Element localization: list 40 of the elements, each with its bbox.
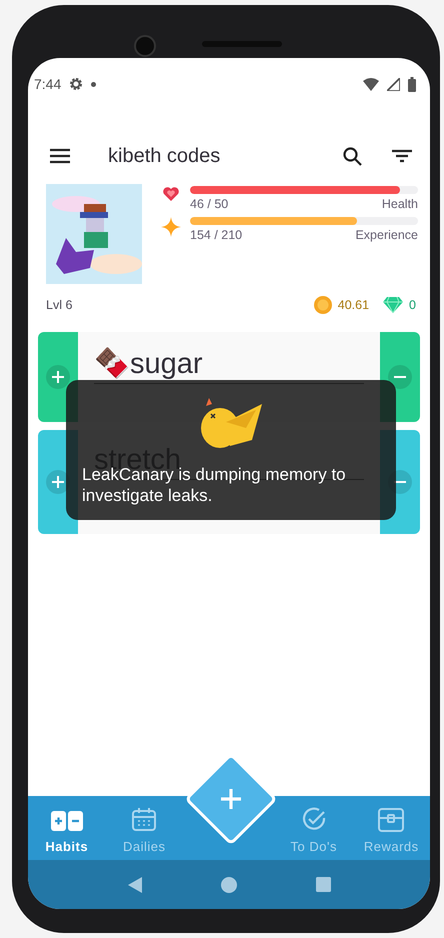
toast-text: LeakCanary is dumping memory to investigate leaks. (82, 465, 347, 506)
coin-icon (314, 296, 332, 314)
star-icon (161, 217, 181, 237)
battery-icon (408, 76, 416, 92)
nav-tab[interactable]: Habits (28, 809, 106, 854)
search-icon (343, 146, 362, 166)
back-triangle-icon (128, 876, 142, 892)
plus-icon (52, 476, 64, 488)
gear-icon (69, 77, 84, 91)
wifi-icon (363, 78, 379, 90)
menu-icon (50, 148, 70, 164)
nav-tab[interactable]: Rewards (352, 807, 430, 854)
level-label: Lvl 6 (46, 298, 72, 312)
chest-icon (377, 807, 406, 833)
filter-icon (392, 149, 412, 163)
stat-label: Experience (355, 228, 418, 242)
minus-button[interactable] (388, 365, 412, 389)
dot-icon (91, 82, 96, 86)
stat-value: 154 / 210 (190, 228, 242, 242)
home-circle-icon (220, 876, 236, 892)
stat-value: 46 / 50 (190, 197, 228, 211)
gem-icon (383, 297, 404, 313)
nav-tab[interactable]: To Do's (275, 807, 352, 854)
camera-lens (134, 35, 156, 57)
plus-minus-icon (50, 809, 83, 833)
plus-icon (221, 789, 241, 809)
recents-square-icon (316, 877, 330, 892)
plus-icon (52, 371, 64, 383)
status-time: 7:44 (34, 76, 62, 92)
coin-amount: 40.61 (338, 298, 370, 312)
bird-icon (200, 398, 262, 450)
calendar-icon (131, 807, 158, 833)
nav-tab[interactable]: Dailies (106, 807, 183, 854)
check-circle-icon (300, 807, 327, 833)
gem-amount: 0 (409, 298, 416, 312)
stat-label: Health (382, 197, 418, 211)
plus-button[interactable] (46, 365, 70, 389)
heart-icon (162, 186, 180, 202)
signal-icon (387, 78, 400, 90)
toolbar-title: kibeth codes (108, 144, 222, 168)
